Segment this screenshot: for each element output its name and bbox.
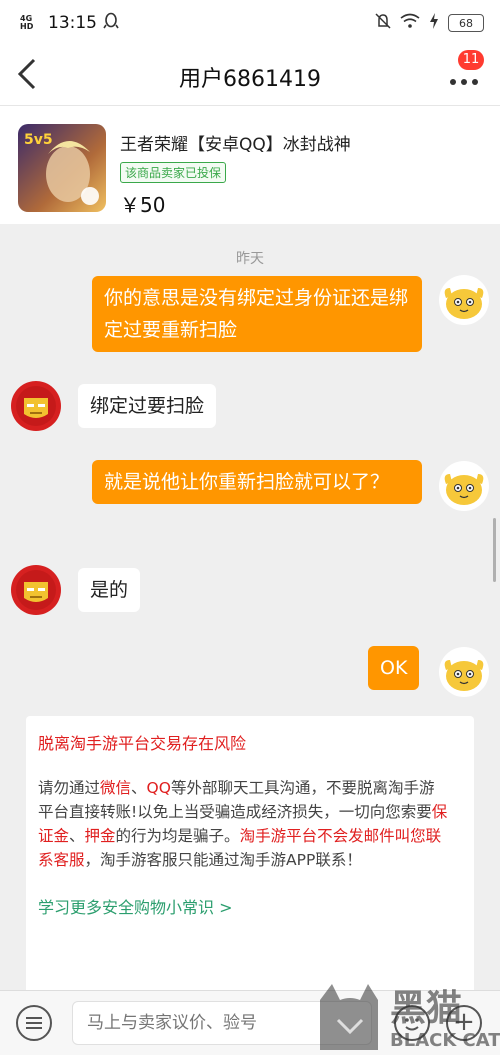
- message-bubble-mine: 你的意思是没有绑定过身份证还是绑定过要重新扫脸: [92, 276, 422, 352]
- message-bubble-seller: 绑定过要扫脸: [78, 384, 217, 428]
- network-indicator: 4G HD: [20, 14, 34, 31]
- product-title: 王者荣耀【安卓QQ】冰封战神: [120, 135, 351, 155]
- product-card[interactable]: 5v5 王者荣耀【安卓QQ】冰封战神 该商品卖家已投保 ￥50: [0, 106, 500, 224]
- watermark-subtext: BLACK CAT: [390, 1030, 500, 1051]
- black-cat-watermark: 黑猫 BLACK CAT: [310, 970, 500, 1055]
- notification-badge: 11: [458, 50, 484, 70]
- menu-icon: [26, 1017, 42, 1029]
- qq-notification-icon: [103, 12, 119, 34]
- my-avatar: [438, 460, 490, 512]
- warning-body: 请勿通过微信、QQ等外部聊天工具沟通，不要脱离淘手游平台直接转账!以免上当受骗造…: [38, 779, 448, 869]
- battery-icon: 68: [448, 14, 484, 32]
- insured-badge: 该商品卖家已投保: [120, 162, 227, 183]
- clock: 13:15: [48, 13, 97, 33]
- status-bar: 4G HD 13:15 68: [0, 0, 500, 44]
- scrollbar[interactable]: [493, 518, 496, 582]
- seller-avatar: [10, 380, 62, 432]
- mute-icon: [374, 12, 392, 34]
- watermark-text: 黑猫: [390, 988, 462, 1029]
- page-title: 用户6861419: [179, 67, 321, 92]
- my-avatar: [438, 646, 490, 698]
- seller-avatar: [10, 564, 62, 616]
- message-bubble-mine: 就是说他让你重新扫脸就可以了？: [92, 460, 422, 504]
- menu-button[interactable]: [16, 1005, 52, 1041]
- warning-title: 脱离淘手游平台交易存在风险: [38, 734, 247, 753]
- safety-tips-link[interactable]: 学习更多安全购物小常识 >: [38, 894, 462, 918]
- message-bubble-seller: 是的: [78, 568, 141, 612]
- my-avatar: [438, 274, 490, 326]
- chat-timestamp: 昨天: [236, 251, 264, 267]
- product-image-logo: 5v5: [24, 132, 53, 148]
- product-image: 5v5: [18, 124, 106, 212]
- product-price: ￥50: [120, 193, 166, 217]
- message-bubble-mine: OK: [368, 646, 420, 690]
- more-dots-icon: [450, 79, 478, 85]
- nav-bar: 用户6861419 11: [0, 44, 500, 106]
- charging-icon: [428, 12, 440, 34]
- wifi-icon: [400, 13, 420, 33]
